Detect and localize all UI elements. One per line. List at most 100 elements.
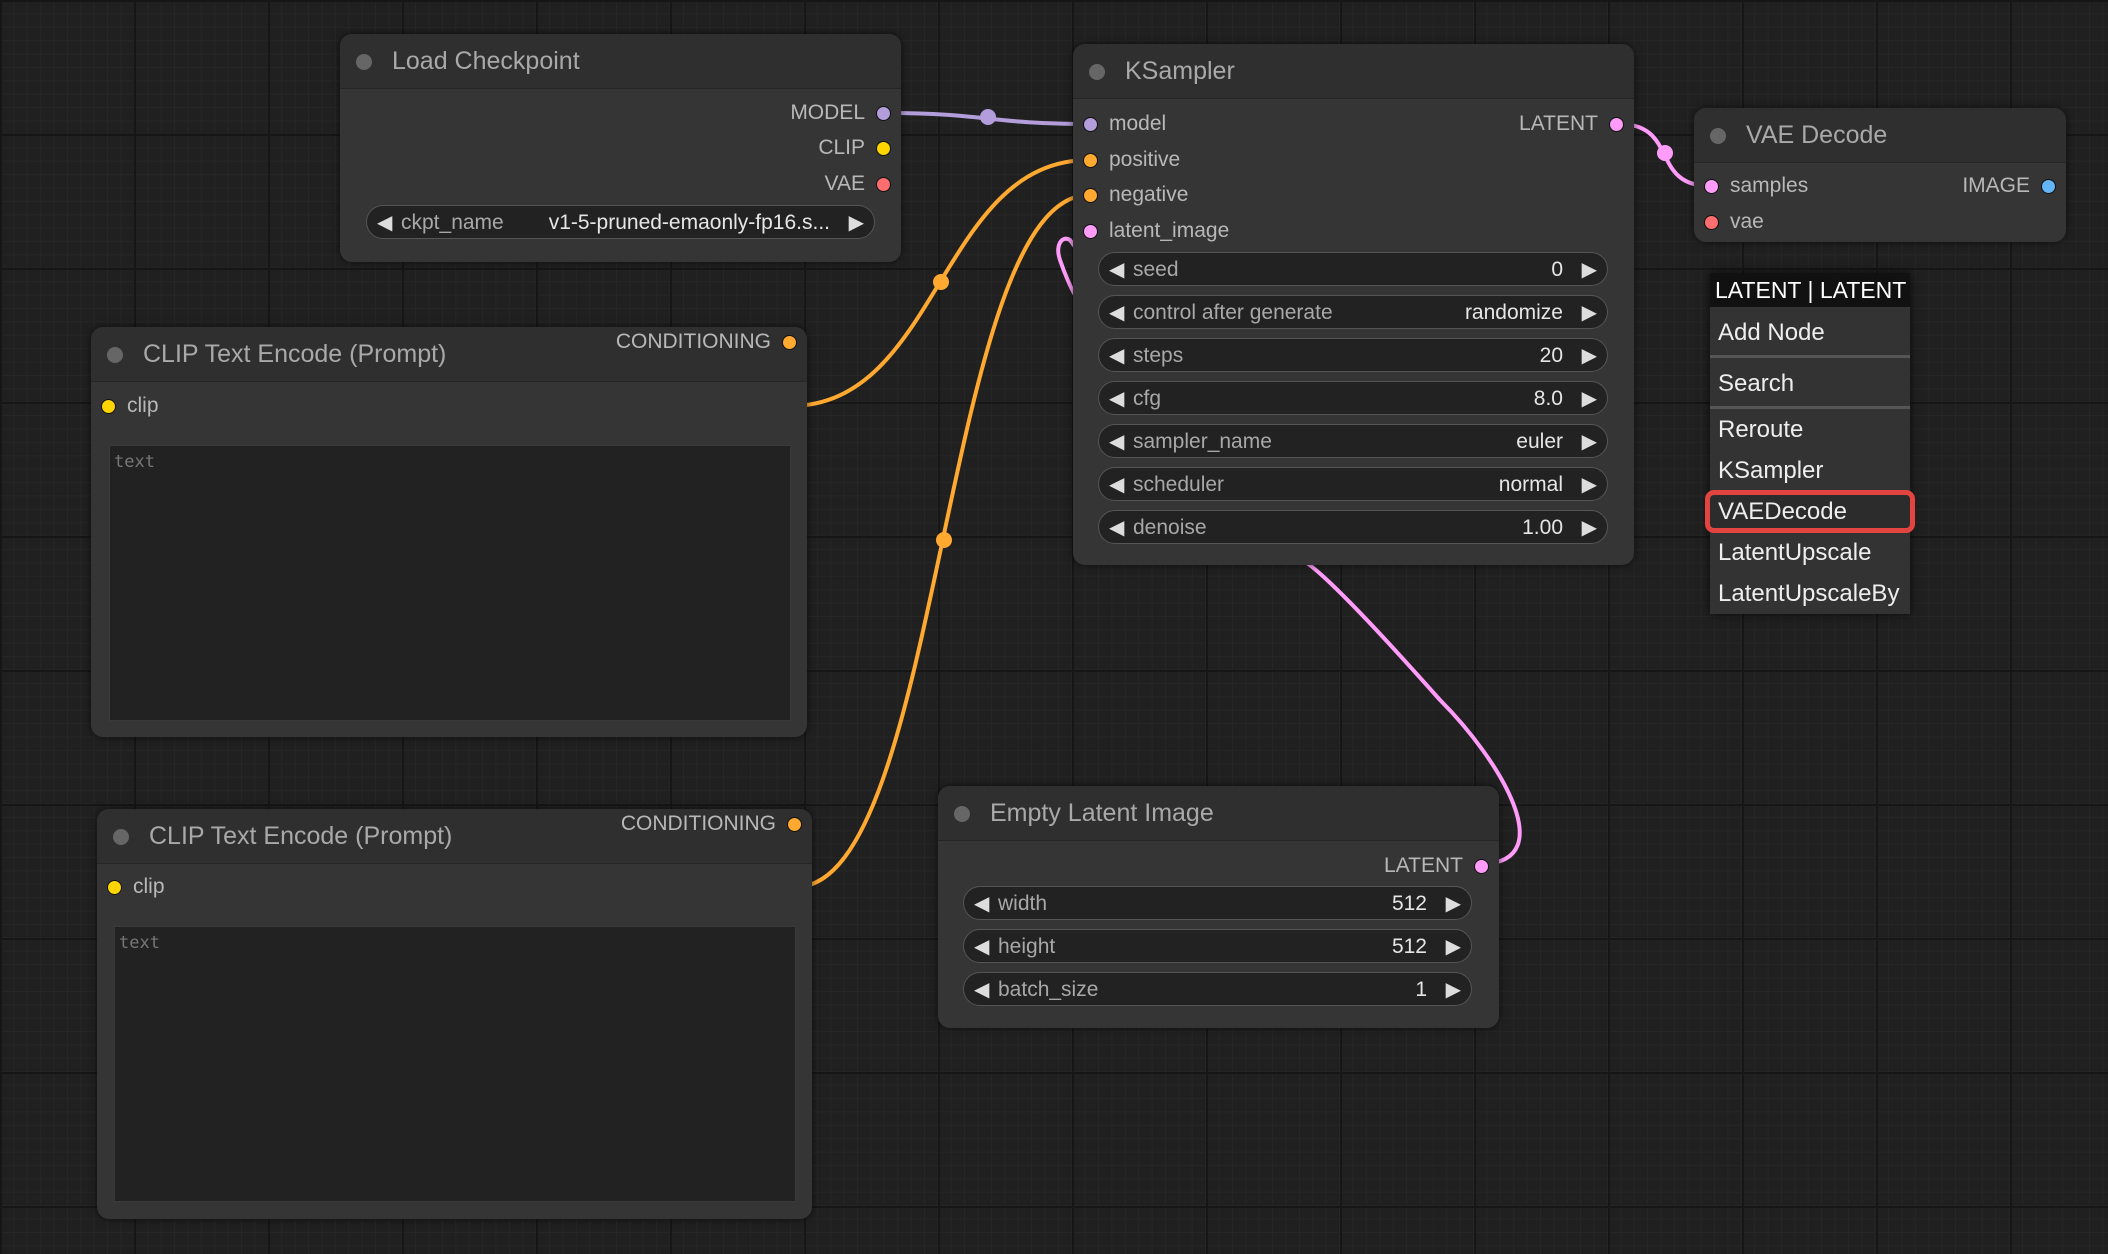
arrow-left-icon[interactable]: ◀: [1109, 468, 1124, 502]
menu-item-search[interactable]: Search: [1710, 358, 1910, 409]
input-slot-negative[interactable]: negative: [1083, 180, 1188, 210]
arrow-right-icon[interactable]: ▶: [1582, 382, 1597, 416]
menu-item-ksampler[interactable]: KSampler: [1710, 450, 1910, 491]
input-slot-latent-image[interactable]: latent_image: [1083, 216, 1229, 246]
arrow-left-icon[interactable]: ◀: [1109, 253, 1124, 287]
widget-seed[interactable]: ◀ seed 0 ▶: [1098, 252, 1608, 286]
image-socket-icon[interactable]: [2041, 179, 2056, 194]
arrow-right-icon[interactable]: ▶: [1582, 253, 1597, 287]
link-center-handle[interactable]: [936, 532, 952, 548]
widget-ckpt-name[interactable]: ◀ ckpt_name v1-5-pruned-emaonly-fp16.s... ▶: [366, 205, 875, 239]
arrow-right-icon[interactable]: ▶: [849, 206, 864, 240]
arrow-left-icon[interactable]: ◀: [974, 930, 989, 964]
node-title-bar[interactable]: VAE Decode: [1694, 108, 2066, 163]
latent-socket-icon[interactable]: [1609, 117, 1624, 132]
widget-value[interactable]: randomize: [1465, 296, 1563, 330]
node-title-bar[interactable]: Empty Latent Image: [938, 786, 1499, 841]
arrow-right-icon[interactable]: ▶: [1582, 511, 1597, 545]
clip-socket-icon[interactable]: [876, 141, 891, 156]
widget-value[interactable]: normal: [1499, 468, 1563, 502]
arrow-right-icon[interactable]: ▶: [1582, 468, 1597, 502]
arrow-left-icon[interactable]: ◀: [1109, 296, 1124, 330]
widget-value[interactable]: 20: [1540, 339, 1563, 373]
clip-socket-icon[interactable]: [107, 880, 122, 895]
input-slot-samples[interactable]: samples: [1704, 171, 1808, 201]
model-socket-icon[interactable]: [876, 106, 891, 121]
latent-socket-icon[interactable]: [1083, 224, 1098, 239]
prompt-textarea[interactable]: text: [114, 926, 796, 1202]
output-slot-image[interactable]: IMAGE: [1962, 171, 2056, 201]
link-center-handle[interactable]: [933, 274, 949, 290]
node-title-bar[interactable]: Load Checkpoint: [340, 34, 901, 89]
collapse-dot-icon[interactable]: [107, 347, 123, 363]
latent-socket-icon[interactable]: [1704, 179, 1719, 194]
arrow-right-icon[interactable]: ▶: [1582, 425, 1597, 459]
link-center-handle[interactable]: [1657, 145, 1673, 161]
widget-value[interactable]: 512: [1392, 930, 1427, 964]
widget-value[interactable]: 0: [1551, 253, 1563, 287]
widget-batch-size[interactable]: ◀ batch_size 1 ▶: [963, 972, 1472, 1006]
arrow-left-icon[interactable]: ◀: [974, 887, 989, 921]
widget-value[interactable]: 1.00: [1522, 511, 1563, 545]
widget-steps[interactable]: ◀ steps 20 ▶: [1098, 338, 1608, 372]
output-slot-latent[interactable]: LATENT: [1384, 851, 1489, 881]
model-socket-icon[interactable]: [1083, 117, 1098, 132]
menu-item-add-node[interactable]: Add Node: [1710, 307, 1910, 358]
conditioning-socket-icon[interactable]: [782, 335, 797, 350]
arrow-right-icon[interactable]: ▶: [1582, 296, 1597, 330]
node-clip-text-1[interactable]: CLIP Text Encode (Prompt) clip CONDITIONIN…: [91, 327, 807, 737]
widget-sampler-name[interactable]: ◀ sampler_name euler ▶: [1098, 424, 1608, 458]
node-title-bar[interactable]: KSampler: [1073, 44, 1634, 99]
arrow-left-icon[interactable]: ◀: [377, 206, 392, 240]
input-slot-model[interactable]: model: [1083, 109, 1166, 139]
output-slot-latent[interactable]: LATENT: [1519, 109, 1624, 139]
arrow-left-icon[interactable]: ◀: [1109, 425, 1124, 459]
conditioning-socket-icon[interactable]: [1083, 188, 1098, 203]
prompt-textarea[interactable]: text: [109, 445, 791, 721]
clip-socket-icon[interactable]: [101, 399, 116, 414]
input-slot-clip[interactable]: clip: [107, 872, 165, 902]
widget-value[interactable]: v1-5-pruned-emaonly-fp16.s...: [549, 206, 830, 240]
output-slot-clip[interactable]: CLIP: [818, 133, 891, 163]
output-slot-model[interactable]: MODEL: [790, 98, 891, 128]
arrow-right-icon[interactable]: ▶: [1446, 973, 1461, 1007]
node-vae-decode[interactable]: VAE Decode samples vae IMAGE: [1694, 108, 2066, 242]
latent-socket-icon[interactable]: [1474, 859, 1489, 874]
menu-item-latentupscaleby[interactable]: LatentUpscaleBy: [1710, 573, 1910, 614]
arrow-left-icon[interactable]: ◀: [974, 973, 989, 1007]
conditioning-socket-icon[interactable]: [1083, 153, 1098, 168]
widget-value[interactable]: 1: [1415, 973, 1427, 1007]
output-slot-vae[interactable]: VAE: [825, 169, 891, 199]
node-empty-latent[interactable]: Empty Latent Image LATENT ◀ width 512 ▶ ◀ heigh…: [938, 786, 1499, 1028]
node-ksampler[interactable]: KSampler model positive negative latent_imag…: [1073, 44, 1634, 565]
input-slot-positive[interactable]: positive: [1083, 145, 1180, 175]
widget-value[interactable]: euler: [1516, 425, 1563, 459]
input-slot-vae[interactable]: vae: [1704, 207, 1764, 237]
arrow-right-icon[interactable]: ▶: [1446, 887, 1461, 921]
conditioning-socket-icon[interactable]: [787, 817, 802, 832]
arrow-left-icon[interactable]: ◀: [1109, 382, 1124, 416]
arrow-right-icon[interactable]: ▶: [1446, 930, 1461, 964]
output-slot-conditioning[interactable]: CONDITIONING: [616, 327, 797, 357]
arrow-left-icon[interactable]: ◀: [1109, 511, 1124, 545]
widget-control-after-generate[interactable]: ◀ control after generate randomize ▶: [1098, 295, 1608, 329]
widget-denoise[interactable]: ◀ denoise 1.00 ▶: [1098, 510, 1608, 544]
collapse-dot-icon[interactable]: [954, 806, 970, 822]
vae-socket-icon[interactable]: [1704, 215, 1719, 230]
collapse-dot-icon[interactable]: [1710, 128, 1726, 144]
vae-socket-icon[interactable]: [876, 177, 891, 192]
input-slot-clip[interactable]: clip: [101, 391, 159, 421]
output-slot-conditioning[interactable]: CONDITIONING: [621, 809, 802, 839]
collapse-dot-icon[interactable]: [1089, 64, 1105, 80]
menu-item-latentupscale[interactable]: LatentUpscale: [1710, 532, 1910, 573]
widget-value[interactable]: 512: [1392, 887, 1427, 921]
collapse-dot-icon[interactable]: [113, 829, 129, 845]
menu-item-vaedecode[interactable]: VAEDecode: [1705, 490, 1915, 533]
link-center-handle[interactable]: [980, 109, 996, 125]
widget-height[interactable]: ◀ height 512 ▶: [963, 929, 1472, 963]
collapse-dot-icon[interactable]: [356, 54, 372, 70]
arrow-left-icon[interactable]: ◀: [1109, 339, 1124, 373]
widget-scheduler[interactable]: ◀ scheduler normal ▶: [1098, 467, 1608, 501]
arrow-right-icon[interactable]: ▶: [1582, 339, 1597, 373]
menu-item-reroute[interactable]: Reroute: [1710, 409, 1910, 450]
